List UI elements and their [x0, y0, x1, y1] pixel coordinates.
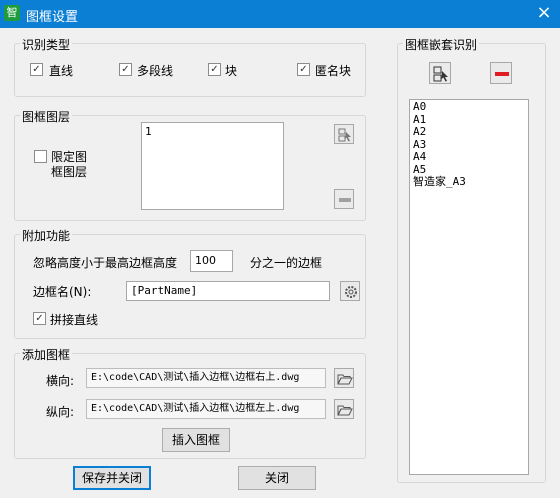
pick-frame-icon	[433, 66, 448, 82]
frame-name-settings-button[interactable]	[340, 281, 360, 301]
remove-icon	[495, 72, 509, 76]
frame-name-label: 边框名(N):	[33, 285, 92, 299]
remove-disabled-icon	[339, 198, 351, 202]
gear-icon	[345, 286, 357, 298]
browse-horizontal-button[interactable]	[334, 368, 354, 388]
add-frame-label: 添加图框	[20, 346, 73, 363]
horizontal-label: 横向:	[46, 374, 75, 388]
checkbox-polyline-label: 多段线	[137, 64, 174, 78]
close-window-button[interactable]: ×	[534, 3, 554, 23]
close-button[interactable]: 关闭	[238, 466, 316, 490]
folder-open-icon	[337, 405, 353, 416]
title-bar: 智 图框设置 ×	[0, 0, 560, 28]
app-logo-icon: 智	[4, 5, 20, 21]
layer-listbox[interactable]: 1	[141, 122, 284, 210]
list-item[interactable]: A0	[410, 100, 528, 114]
ignore-height-suffix: 分之一的边框	[250, 256, 323, 270]
frame-name-input[interactable]: [PartName]	[126, 281, 330, 301]
checkbox-block-label: 块	[225, 64, 238, 78]
checkbox-anonymous-block-label: 匿名块	[315, 64, 352, 78]
nested-recognition-label: 图框嵌套识别	[403, 36, 480, 53]
list-item[interactable]: A4	[410, 150, 528, 164]
remove-nested-button[interactable]	[490, 62, 512, 84]
window-title: 图框设置	[26, 10, 79, 25]
save-and-close-button[interactable]: 保存并关闭	[73, 466, 151, 490]
remove-layer-button[interactable]	[334, 189, 354, 209]
nested-listbox[interactable]: A0 A1 A2 A3 A4 A5 智造家_A3	[409, 99, 529, 475]
join-lines-label: 拼接直线	[50, 313, 99, 327]
browse-vertical-button[interactable]	[334, 399, 354, 419]
checkbox-limit-layer[interactable]	[34, 150, 47, 163]
checkbox-anonymous-block[interactable]: ✓	[297, 63, 310, 76]
list-item[interactable]: 1	[142, 123, 283, 139]
insert-frame-button[interactable]: 插入图框	[162, 428, 230, 452]
horizontal-path-input[interactable]: E:\code\CAD\测试\插入边框\边框右上.dwg	[86, 368, 326, 388]
list-item[interactable]: A2	[410, 125, 528, 139]
checkbox-join-lines[interactable]: ✓	[33, 312, 46, 325]
list-item[interactable]: 智造家_A3	[410, 175, 528, 189]
checkbox-line-label: 直线	[49, 64, 74, 78]
list-item[interactable]: A1	[410, 113, 528, 127]
folder-open-icon	[337, 374, 353, 385]
list-item[interactable]: A3	[410, 138, 528, 152]
limit-layer-label-line2: 框图层	[51, 165, 88, 179]
extra-function-label: 附加功能	[20, 227, 73, 244]
pick-nested-button[interactable]	[429, 62, 451, 84]
checkbox-block[interactable]: ✓	[208, 63, 221, 76]
pick-layer-button[interactable]	[334, 124, 354, 144]
pick-layer-icon	[338, 128, 351, 142]
checkbox-line[interactable]: ✓	[30, 63, 43, 76]
checkbox-polyline[interactable]: ✓	[119, 63, 132, 76]
vertical-label: 纵向:	[46, 405, 75, 419]
frame-layer-label: 图框图层	[20, 108, 73, 125]
ignore-ratio-input[interactable]: 100	[190, 250, 233, 272]
ignore-height-prefix: 忽略高度小于最高边框高度	[33, 256, 178, 270]
vertical-path-input[interactable]: E:\code\CAD\测试\插入边框\边框左上.dwg	[86, 399, 326, 419]
recognize-type-label: 识别类型	[20, 36, 73, 53]
